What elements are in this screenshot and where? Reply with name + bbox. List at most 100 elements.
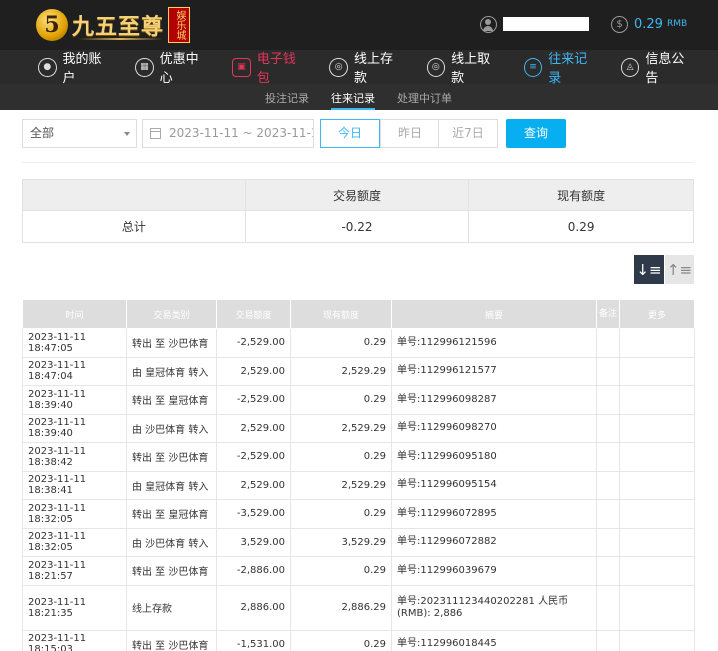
cell-note [596,584,620,631]
cell-balance: 2,886.29 [290,584,392,631]
nav-e-wallet[interactable]: ▣ 电子钱包 [232,48,307,86]
cell-more[interactable] [619,556,695,586]
cell-note [596,527,620,557]
cell-type: 转出 至 沙巴体育 [126,556,217,586]
summary-amount: -0.22 [244,210,470,243]
cell-type: 由 皇冠体育 转入 [126,356,217,386]
nav-label: 信息公告 [645,52,685,86]
cell-amount: 2,529.00 [216,356,291,386]
nav-promotions[interactable]: ▦ 优惠中心 [135,48,210,86]
date-range-input[interactable]: 2023-11-11 ~ 2023-11-11 [142,119,314,148]
cell-memo: 单号:112996098287 [391,385,597,415]
records-header-row: 时间 交易类别 交易额度 现有额度 摘要 备注 更多 [22,299,695,329]
user-icon[interactable] [480,15,497,33]
cell-more[interactable] [619,584,695,631]
cell-amount: -3,529.00 [216,499,291,529]
cell-time: 2023-11-11 18:21:35 [22,584,127,631]
nav-my-account[interactable]: ● 我的账户 [38,48,113,86]
main-nav: ● 我的账户 ▦ 优惠中心 ▣ 电子钱包 ◎ 线上存款 ◎ 线上取款 ≡ 往来记… [0,48,718,86]
cell-amount: 2,529.00 [216,470,291,500]
top-header: 5 九五至尊 娱乐城 $ 0.29 RMB [0,0,718,50]
cell-amount: 3,529.00 [216,527,291,557]
balance-currency: RMB [666,19,688,29]
cell-type: 转出 至 沙巴体育 [126,442,217,472]
cell-memo: 单号:112996072882 [391,527,597,557]
sort-desc-button[interactable]: ↓≡ [634,255,664,284]
cell-note [596,328,620,358]
cell-note [596,499,620,529]
cell-time: 2023-11-11 18:38:42 [22,442,127,472]
sort-desc-icon: ↓≡ [636,260,662,279]
cell-more[interactable] [619,499,695,529]
type-select[interactable]: 全部 [22,119,137,148]
nav-label: 我的账户 [62,52,102,86]
cell-type: 由 沙巴体育 转入 [126,527,217,557]
cell-note [596,356,620,386]
cell-type: 由 皇冠体育 转入 [126,470,217,500]
coin-icon: $ [611,15,628,33]
nav-transaction-records[interactable]: ≡ 往来记录 [523,48,599,86]
table-row: 2023-11-11 18:21:35 线上存款 2,886.00 2,886.29 单… [22,584,695,631]
cell-amount: -2,529.00 [216,328,291,358]
cell-memo: 单号:112996072895 [391,499,597,529]
nav-online-withdraw[interactable]: ◎ 线上取款 [426,48,502,86]
cell-time: 2023-11-11 18:47:04 [22,356,127,386]
user-icon: ● [38,57,57,77]
cell-more[interactable] [619,356,695,386]
cell-balance: 0.29 [290,499,392,529]
cell-more[interactable] [619,413,695,443]
nav-announcements[interactable]: ◬ 信息公告 [620,48,696,86]
nav-label: 优惠中心 [159,52,199,86]
balance-value: 0.29 [634,16,663,32]
date-range-value: 2023-11-11 ~ 2023-11-11 [169,126,314,140]
nav-label: 线上存款 [353,52,393,86]
tab-bet-records[interactable]: 投注记录 [265,90,309,106]
gift-icon: ▦ [135,57,154,77]
last-7-days-button[interactable]: 近7日 [438,119,498,148]
cell-amount: 2,529.00 [216,413,291,443]
yesterday-button[interactable]: 昨日 [380,119,440,148]
cell-balance: 0.29 [290,385,392,415]
cell-balance: 2,529.29 [290,356,392,386]
table-row: 2023-11-11 18:38:42 转出 至 沙巴体育 -2,529.00 0.2… [22,442,695,472]
username-redacted [503,17,589,31]
cell-type: 由 沙巴体育 转入 [126,413,217,443]
nav-label: 线上取款 [451,52,491,86]
col-time: 时间 [22,299,127,329]
cell-type: 转出 至 沙巴体育 [126,328,217,358]
cell-note [596,442,620,472]
search-button[interactable]: 查询 [506,119,566,148]
cell-memo: 单号:112996039679 [391,556,597,586]
cell-memo: 单号:112996095180 [391,442,597,472]
cell-memo: 单号:112996121596 [391,328,597,358]
nav-online-deposit[interactable]: ◎ 线上存款 [329,48,404,86]
cell-more[interactable] [619,442,695,472]
logo-ornament [78,38,163,40]
cell-amount: -2,886.00 [216,556,291,586]
cell-note [596,556,620,586]
tab-transaction-records[interactable]: 往来记录 [331,90,375,110]
cell-more[interactable] [619,527,695,557]
cell-time: 2023-11-11 18:32:05 [22,527,127,557]
cell-more[interactable] [619,470,695,500]
withdraw-icon: ◎ [426,57,446,77]
sort-asc-button[interactable]: ↑≡ [665,255,694,284]
cell-note [596,629,620,651]
cell-amount: -1,531.00 [216,629,291,651]
records-icon: ≡ [523,57,543,77]
tab-pending-orders[interactable]: 处理中订单 [397,90,452,106]
cell-note [596,470,620,500]
summary-balance: 0.29 [468,210,694,243]
brand-name: 九五至尊 [72,14,165,40]
cell-type: 线上存款 [126,584,217,631]
cell-more[interactable] [619,385,695,415]
wallet-icon: ▣ [232,57,251,77]
cell-more[interactable] [619,629,695,651]
cell-type: 转出 至 沙巴体育 [126,629,217,651]
cell-more[interactable] [619,328,695,358]
cell-type: 转出 至 皇冠体育 [126,499,217,529]
deposit-icon: ◎ [329,57,348,77]
cell-time: 2023-11-11 18:39:40 [22,413,127,443]
today-button[interactable]: 今日 [320,119,380,148]
cell-memo: 单号:112996098270 [391,413,597,443]
